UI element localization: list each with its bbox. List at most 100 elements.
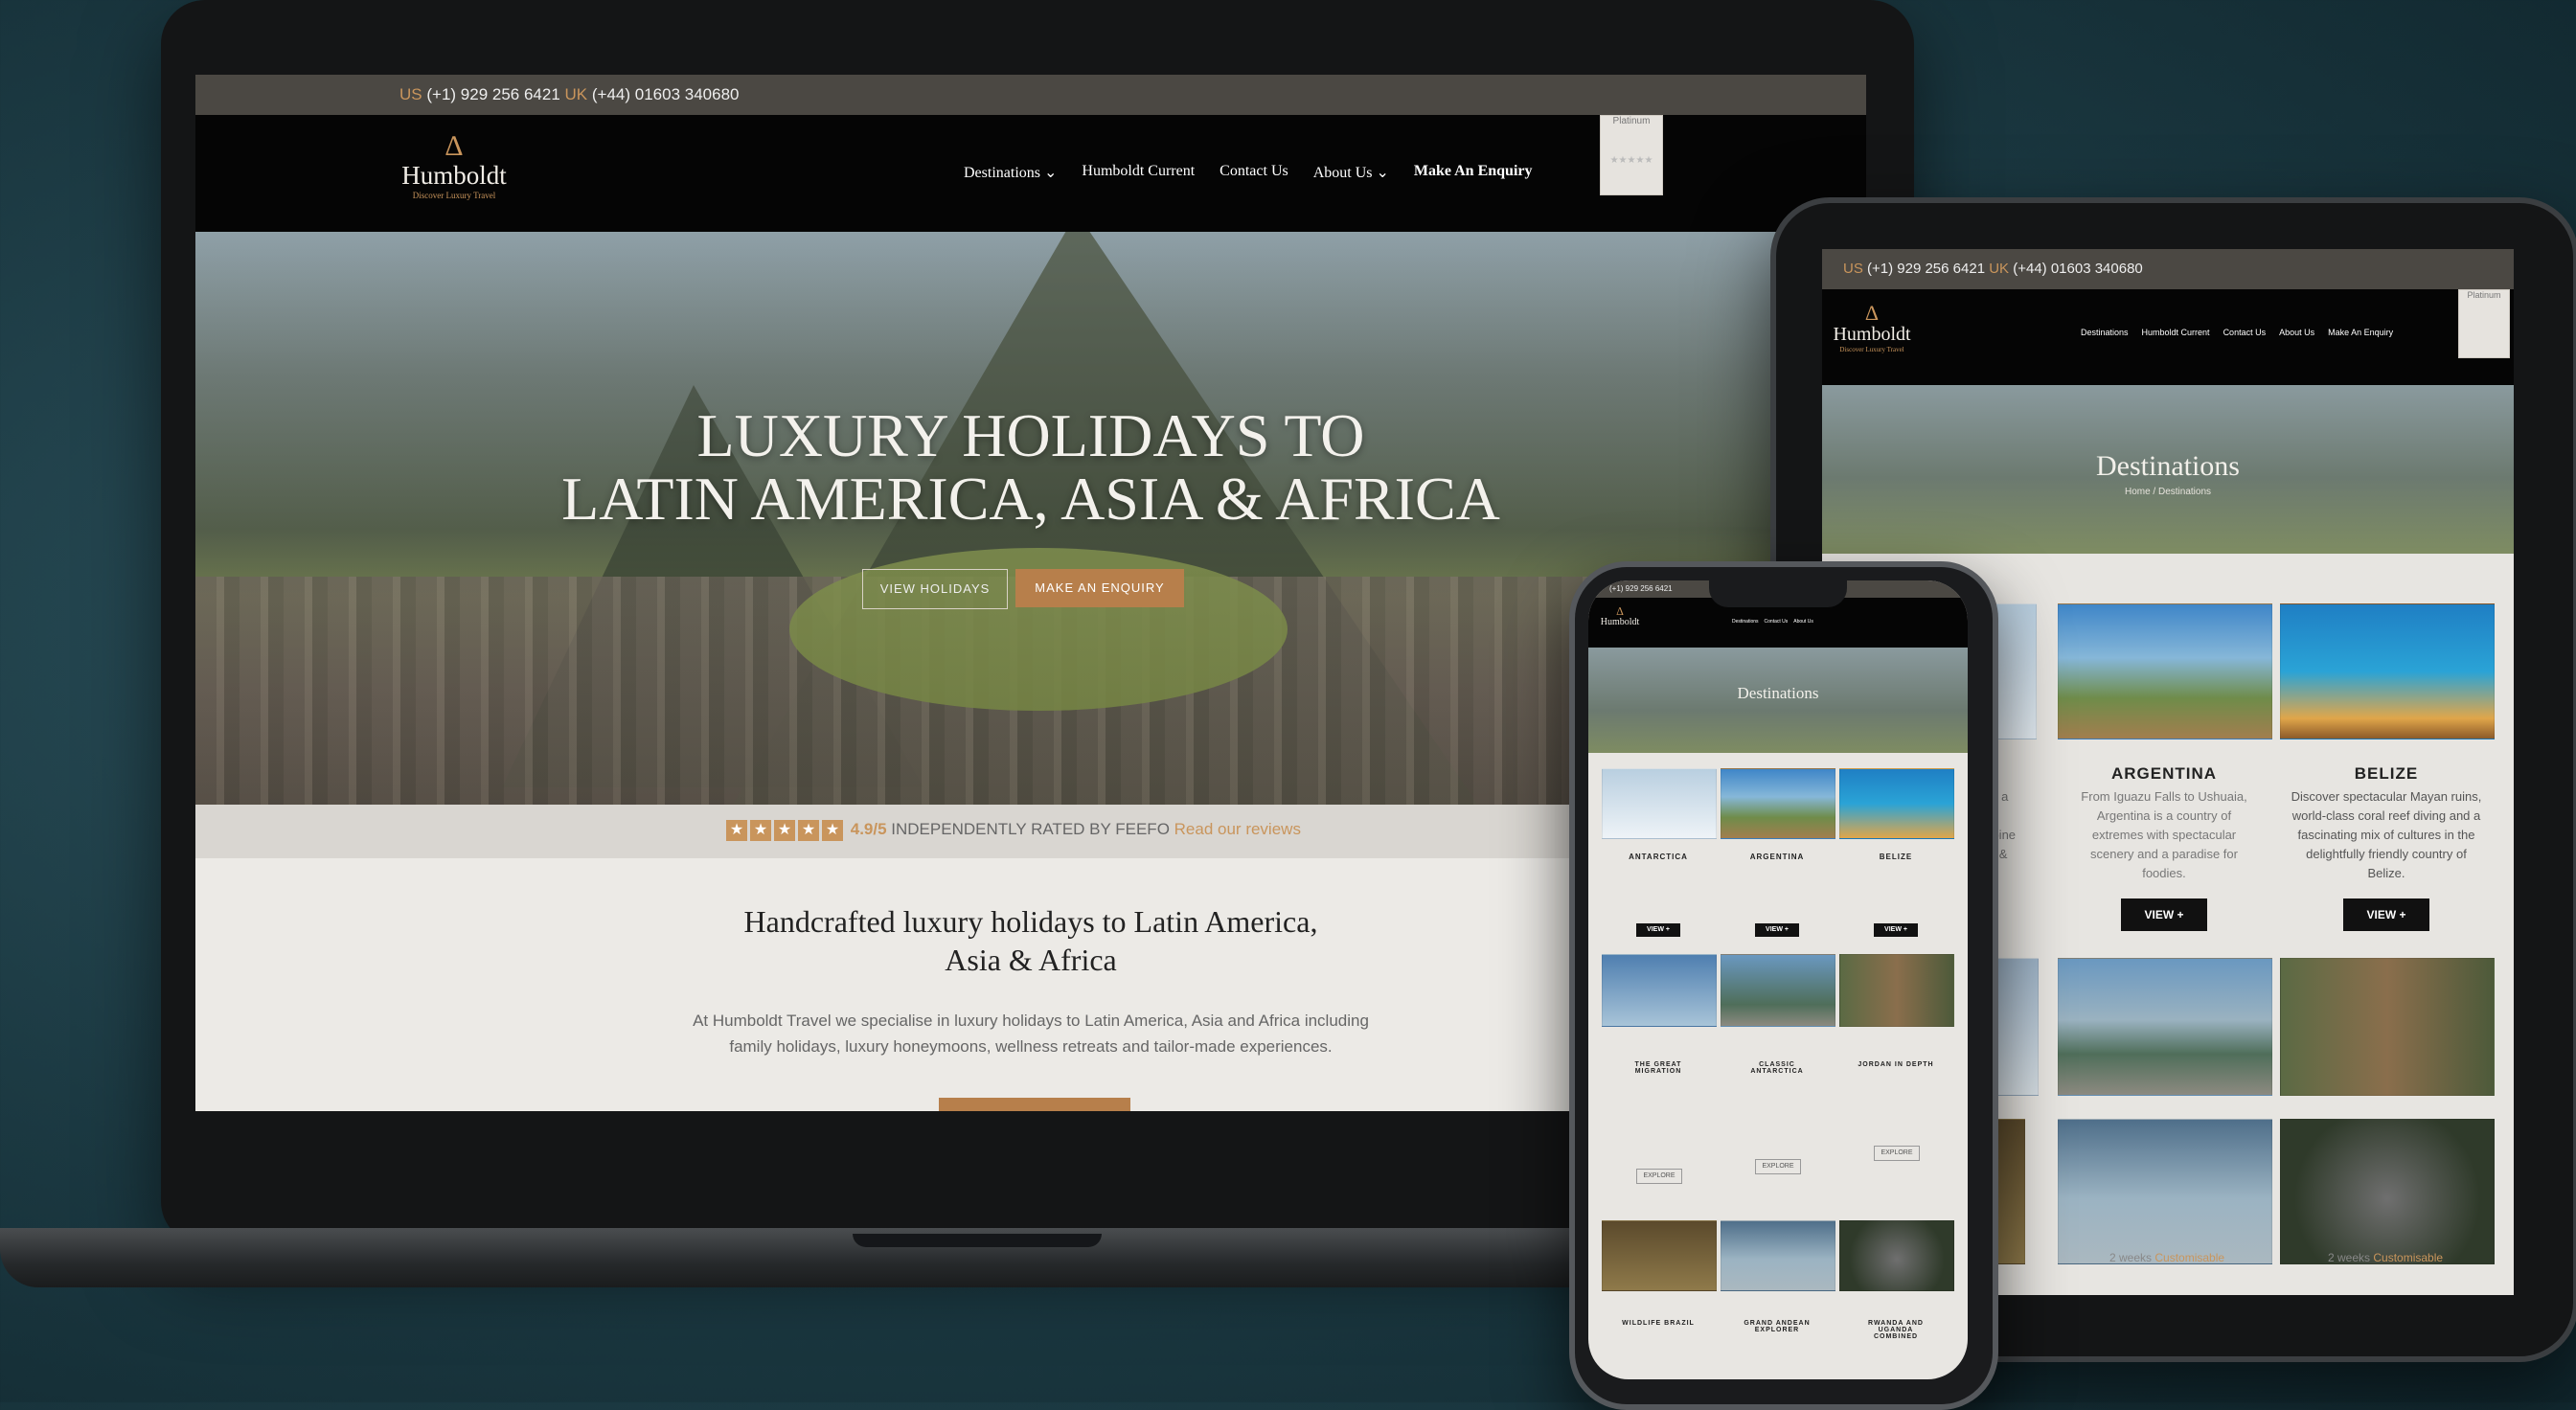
- salt-lake-photo[interactable]: [2058, 1119, 2272, 1264]
- phone-nav-destinations[interactable]: Destinations: [1732, 619, 1759, 625]
- nav-humboldt-current[interactable]: Humboldt Current: [1082, 163, 1195, 182]
- tablet-nav-about[interactable]: About Us: [2279, 328, 2314, 337]
- phone-nav-contact[interactable]: Contact Us: [1765, 619, 1789, 625]
- phone-jordan-photo[interactable]: [1839, 954, 1954, 1027]
- argentina-photo[interactable]: [2058, 603, 2272, 739]
- phone-antarctica-classic-photo[interactable]: [1721, 954, 1835, 1027]
- us-label: US: [399, 85, 422, 103]
- phone-antarctica-title: ANTARCTICA: [1629, 853, 1688, 861]
- tablet-us-phone[interactable]: (+1) 929 256 6421: [1867, 261, 1985, 277]
- belize-card-title: BELIZE: [2354, 764, 2419, 783]
- tablet-logo-tagline: Discover Luxury Travel: [1839, 346, 1904, 353]
- phone-holiday-2-line1: CLASSIC: [1759, 1061, 1795, 1068]
- tablet-navbar: ∆ Humboldt Discover Luxury Travel Destin…: [1822, 289, 2514, 385]
- phone-migration-photo[interactable]: [1602, 954, 1717, 1027]
- intro-cta-button[interactable]: [939, 1098, 1130, 1111]
- belize-card-text: Discover spectacular Mayan ruins, world-…: [2291, 789, 2482, 880]
- intro-paragraph: At Humboldt Travel we specialise in luxu…: [693, 1012, 1369, 1056]
- phone-jaguar-photo[interactable]: [1602, 1220, 1717, 1291]
- tablet-nav-enquiry[interactable]: Make An Enquiry: [2328, 328, 2393, 337]
- phone-bottom-2-line2: EXPLORER: [1754, 1327, 1800, 1333]
- phone-belize-title: BELIZE: [1879, 853, 1913, 861]
- phone-holiday-3-explore-button[interactable]: EXPLORE: [1874, 1146, 1920, 1161]
- badge-text: Platinum: [1612, 116, 1651, 126]
- phone-antarctica-view-button[interactable]: VIEW +: [1636, 923, 1680, 937]
- tablet-feefo-badge[interactable]: Platinum: [2458, 289, 2510, 358]
- logo-name: Humboldt: [401, 161, 507, 190]
- phone-logo[interactable]: ∆ Humboldt: [1594, 605, 1646, 627]
- tablet-nav-contact[interactable]: Contact Us: [2223, 328, 2267, 337]
- phone-notch: [1709, 579, 1847, 607]
- tablet-menu: Destinations Humboldt Current Contact Us…: [2081, 328, 2393, 337]
- nav-contact-us[interactable]: Contact Us: [1220, 163, 1288, 182]
- make-enquiry-button[interactable]: MAKE AN ENQUIRY: [1015, 569, 1184, 607]
- phone-argentina-view-button[interactable]: VIEW +: [1755, 923, 1799, 937]
- gorilla-photo[interactable]: [2280, 1119, 2495, 1264]
- compass-logo-icon: ∆: [1616, 604, 1624, 618]
- hero-title-line2: LATIN AMERICA, ASIA & AFRICA: [561, 465, 1500, 533]
- phone-menu: Destinations Contact Us About Us: [1732, 619, 1813, 625]
- compass-logo-icon: ∆: [445, 130, 464, 162]
- nav-make-enquiry[interactable]: Make An Enquiry: [1414, 163, 1533, 182]
- site-logo[interactable]: ∆ Humboldt Discover Luxury Travel: [397, 130, 512, 201]
- phone-logo-name: Humboldt: [1600, 617, 1640, 627]
- phone-holiday-2-title: CLASSIC ANTARCTICA: [1721, 1061, 1834, 1075]
- phone-bottom-3-line3: COMBINED: [1873, 1333, 1919, 1340]
- phone-gorilla-photo[interactable]: [1839, 1220, 1954, 1291]
- duration-2-tag: Customisable: [2154, 1251, 2225, 1264]
- read-reviews-link[interactable]: Read our reviews: [1174, 820, 1301, 838]
- main-navbar: ∆ Humboldt Discover Luxury Travel Destin…: [195, 115, 1866, 232]
- phone-bottom-1-title: WILDLIFE BRAZIL: [1622, 1320, 1695, 1327]
- phone-antarctica-photo[interactable]: [1602, 768, 1717, 839]
- duration-3-weeks: 2 weeks: [2328, 1251, 2371, 1264]
- us-phone[interactable]: (+1) 929 256 6421: [426, 85, 559, 103]
- nav-destinations-label: Destinations: [964, 165, 1040, 181]
- angkor-photo[interactable]: [2280, 958, 2495, 1096]
- phone-holiday-1-explore-button[interactable]: EXPLORE: [1636, 1169, 1682, 1184]
- laptop-notch: [853, 1234, 1102, 1247]
- view-holidays-button[interactable]: VIEW HOLIDAYS: [862, 569, 1008, 609]
- phone-nav-about[interactable]: About Us: [1793, 619, 1813, 625]
- hero-title-line1: LUXURY HOLIDAYS TO: [696, 401, 1365, 469]
- phone-us-phone[interactable]: (+1) 929 256 6421: [1609, 584, 1673, 593]
- duration-2-weeks: 2 weeks: [2109, 1251, 2153, 1264]
- phone-belize-photo[interactable]: [1839, 768, 1954, 839]
- nav-about-us[interactable]: About Us ⌄: [1313, 163, 1389, 182]
- compass-logo-icon: ∆: [1865, 301, 1879, 325]
- chevron-down-icon: ⌄: [1044, 165, 1058, 181]
- argentina-view-button[interactable]: VIEW +: [2121, 898, 2207, 931]
- contact-topbar: US (+1) 929 256 6421 UK (+44) 01603 3406…: [195, 75, 1866, 115]
- duration-2: 2 weeks Customisable: [2109, 1251, 2224, 1264]
- phone-bottom-3-line1: RWANDA AND: [1868, 1320, 1924, 1327]
- uk-phone[interactable]: (+44) 01603 340680: [592, 85, 740, 103]
- nav-destinations[interactable]: Destinations ⌄: [964, 163, 1057, 182]
- phone-screen: (+1) 929 256 6421 ∆ Humboldt Destination…: [1588, 580, 1968, 1379]
- phone-bottom-3-title: RWANDA AND UGANDA COMBINED: [1839, 1320, 1952, 1340]
- tablet-nav-current[interactable]: Humboldt Current: [2142, 328, 2210, 337]
- tablet-logo[interactable]: ∆ Humboldt Discover Luxury Travel: [1824, 301, 1920, 354]
- phone-holiday-1-line2: MIGRATION: [1634, 1068, 1682, 1075]
- phone-holiday-2-explore-button[interactable]: EXPLORE: [1755, 1159, 1801, 1174]
- rating-score: 4.9/5: [850, 820, 887, 838]
- main-menu: Destinations ⌄ Humboldt Current Contact …: [964, 163, 1533, 182]
- tablet-badge-text: Platinum: [2467, 290, 2501, 300]
- phone-salt-lake-photo[interactable]: [1721, 1220, 1835, 1291]
- logo-tagline: Discover Luxury Travel: [412, 191, 496, 200]
- phone-holiday-2-line2: ANTARCTICA: [1750, 1068, 1804, 1075]
- tablet-breadcrumb[interactable]: Home / Destinations: [1822, 487, 2514, 497]
- belize-view-button[interactable]: VIEW +: [2343, 898, 2429, 931]
- tablet-nav-destinations[interactable]: Destinations: [2081, 328, 2129, 337]
- phone-bottom-2-line1: GRAND ANDEAN: [1744, 1320, 1811, 1327]
- uk-label: UK: [564, 85, 588, 103]
- phone-bottom-3-line2: UGANDA: [1878, 1327, 1914, 1333]
- rating-stars-icon: ★ ★ ★ ★ ★: [726, 820, 846, 841]
- phone-holiday-1-title: THE GREAT MIGRATION: [1602, 1061, 1715, 1075]
- rio-photo[interactable]: [2058, 958, 2272, 1096]
- hero-title: LUXURY HOLIDAYS TO LATIN AMERICA, ASIA &…: [195, 404, 1866, 531]
- duration-3-tag: Customisable: [2373, 1251, 2444, 1264]
- feefo-platinum-badge[interactable]: Platinum ★★★★★: [1600, 115, 1663, 195]
- phone-argentina-photo[interactable]: [1721, 768, 1835, 839]
- tablet-uk-phone[interactable]: (+44) 01603 340680: [2013, 261, 2143, 277]
- belize-photo[interactable]: [2280, 603, 2495, 739]
- phone-belize-view-button[interactable]: VIEW +: [1874, 923, 1918, 937]
